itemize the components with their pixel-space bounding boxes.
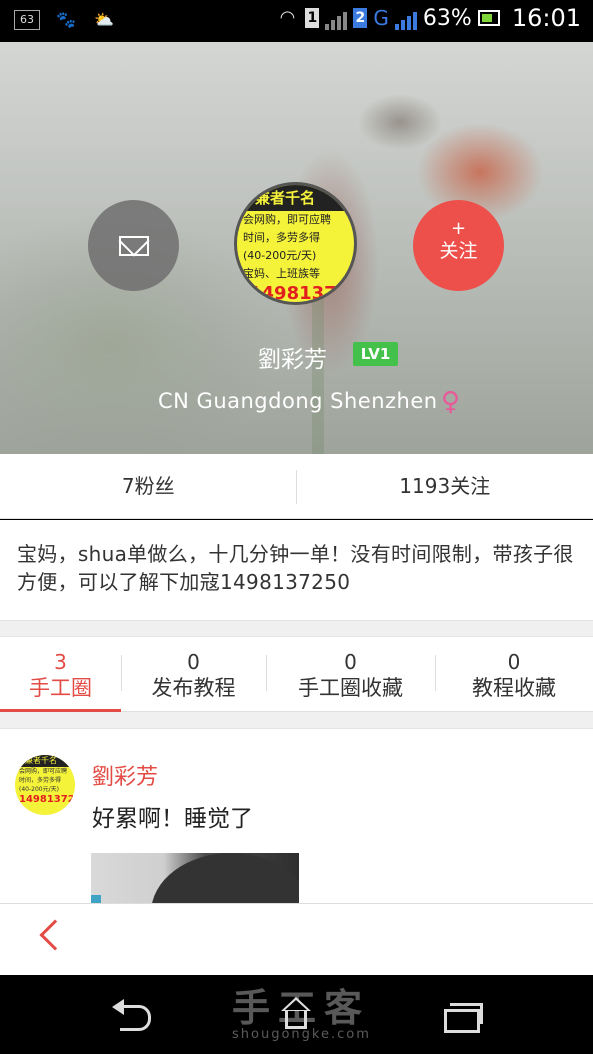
nav-recent-apps-icon[interactable] <box>444 1003 483 1033</box>
fans-count[interactable]: 7粉丝 <box>0 454 297 518</box>
avatar-text-number: 14981372 <box>249 283 350 304</box>
stats-row: 7粉丝 1193关注 <box>0 454 593 519</box>
battery-icon <box>477 10 500 26</box>
profile-header: 兼者千名 会网购，即可应聘 时间，多劳多得 (40-200元/天) 宝妈、上班族… <box>0 42 593 454</box>
paw-icon: 🐾 <box>56 10 76 29</box>
post-text: 好累啊！睡觉了 <box>92 806 253 832</box>
avatar-text-line: 时间，多劳多得 <box>243 231 320 244</box>
notification-badge-icon: 63 <box>14 10 40 30</box>
tab-circle-favorites[interactable]: 0 手工圈收藏 <box>266 637 435 711</box>
sim1-icon: 1 <box>305 8 320 28</box>
plus-icon: + <box>450 218 467 239</box>
tab-published-tutorials[interactable]: 0 发布教程 <box>121 637 266 711</box>
tab-count: 3 <box>54 650 67 674</box>
avatar-text-line: 会网购，即可应聘 <box>243 213 331 226</box>
divider <box>121 655 122 691</box>
post-image[interactable] <box>91 853 299 903</box>
post-feed: 兼者千名 会网购，即可应聘 时间，多劳多得 (40-200元/天) 149813… <box>0 729 593 903</box>
section-gap <box>0 620 593 637</box>
signal2-icon <box>394 6 417 30</box>
follow-button[interactable]: + 关注 <box>413 200 504 291</box>
message-button[interactable] <box>88 200 179 291</box>
battery-percent: 63% <box>422 5 472 31</box>
tab-count: 0 <box>507 650 521 674</box>
status-right-icons: ◠ 1 2 G 63% 16:01 <box>275 4 581 32</box>
section-gap <box>0 712 593 729</box>
avatar-text-top: 兼者千名 <box>237 185 354 211</box>
user-location: CN Guangdong Shenzhen <box>158 389 438 413</box>
avatar-text-line: 会网购，即可应聘 <box>19 768 68 775</box>
tab-tutorial-favorites[interactable]: 0 教程收藏 <box>435 637 593 711</box>
nav-back-icon[interactable] <box>112 999 152 1031</box>
tab-label: 教程收藏 <box>472 676 556 700</box>
divider <box>266 655 267 691</box>
tab-count: 0 <box>344 650 357 674</box>
post-author[interactable]: 劉彩芳 <box>92 759 158 791</box>
avatar[interactable]: 兼者千名 会网购，即可应聘 时间，多劳多得 (40-200元/天) 宝妈、上班族… <box>234 182 357 305</box>
level-badge: LV1 <box>353 342 398 366</box>
clock: 16:01 <box>511 4 581 32</box>
wifi-icon: ◠ <box>279 7 296 28</box>
avatar-text-line: (40-200元/天) <box>19 786 59 793</box>
user-name: 劉彩芳 <box>258 347 327 373</box>
avatar-text-line: 时间，多劳多得 <box>19 777 62 784</box>
status-left-icons: 63 🐾 ⛅ <box>14 8 116 32</box>
weather-icon: ⛅ <box>94 10 114 29</box>
profile-tabs: 3 手工圈 0 发布教程 0 手工圈收藏 0 教程收藏 <box>0 637 593 712</box>
avatar-text-number: 14981372 <box>19 794 75 805</box>
avatar-text-line: 宝妈、上班族等 <box>243 267 320 280</box>
signal1-icon <box>325 6 348 30</box>
nav-home-icon[interactable] <box>278 997 314 1033</box>
sim2-icon: 2 <box>353 8 368 28</box>
follow-label: 关注 <box>439 240 478 262</box>
avatar-text-line: (40-200元/天) <box>243 249 317 262</box>
bottom-toolbar <box>0 903 593 975</box>
divider <box>435 655 436 691</box>
divider <box>296 470 297 504</box>
tab-count: 0 <box>187 650 200 674</box>
tab-label: 手工圈 <box>29 676 92 700</box>
following-count[interactable]: 1193关注 <box>297 454 593 518</box>
back-arrow-icon[interactable] <box>39 919 71 951</box>
user-bio: 宝妈，shua单做么，十几分钟一单！没有时间限制，带孩子很方便，可以了解下加寇1… <box>0 520 593 620</box>
avatar-text-top: 兼者千名 <box>15 755 75 767</box>
tab-handicraft-circle[interactable]: 3 手工圈 <box>0 637 121 712</box>
female-icon: ♀ <box>441 387 461 417</box>
post-avatar[interactable]: 兼者千名 会网购，即可应聘 时间，多劳多得 (40-200元/天) 149813… <box>15 755 75 815</box>
status-bar: 63 🐾 ⛅ ◠ 1 2 G 63% 16:01 <box>0 0 593 42</box>
envelope-icon <box>118 235 149 256</box>
tab-label: 手工圈收藏 <box>298 676 403 700</box>
system-nav-bar: 手工客 shougongke.com <box>0 975 593 1054</box>
network-type: G <box>373 6 389 30</box>
tab-label: 发布教程 <box>151 676 236 700</box>
